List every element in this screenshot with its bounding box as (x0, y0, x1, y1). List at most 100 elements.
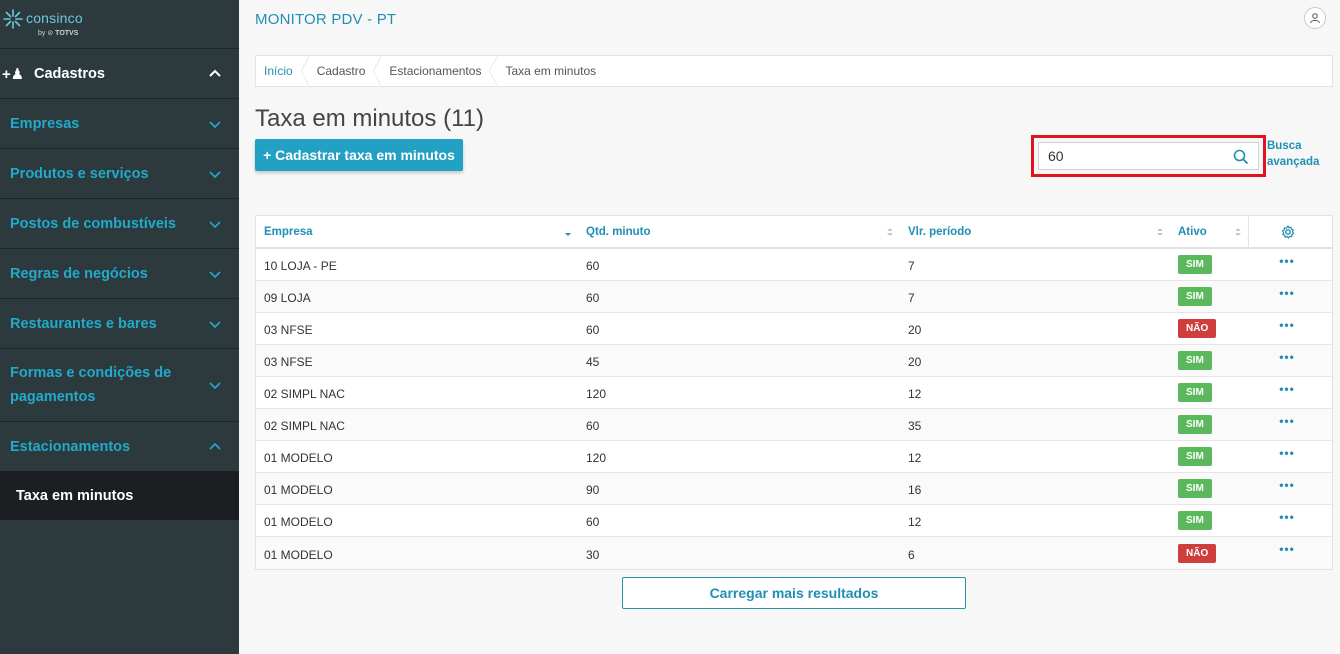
brand-logo[interactable]: consinco by ⊘ TOTVS (0, 0, 239, 48)
breadcrumb-estacionamentos[interactable]: Estacionamentos (381, 56, 498, 86)
page-title: Taxa em minutos (11) (255, 105, 484, 132)
cell-ativo: SIM (1170, 345, 1248, 376)
cell-ativo: NÃO (1170, 537, 1248, 569)
cell-vlr-periodo: 6 (908, 547, 915, 562)
sidebar-item-estacionamentos[interactable]: Estacionamentos (0, 422, 239, 471)
sidebar-item-empresas[interactable]: Empresas (0, 99, 239, 148)
search-highlight (1031, 135, 1266, 177)
cell-ativo: SIM (1170, 281, 1248, 312)
app-title: MONITOR PDV - PT (255, 11, 397, 28)
cell-empresa: 03 NFSE (264, 355, 313, 369)
cell-empresa: 01 MODELO (264, 483, 333, 497)
chevron-down-icon (209, 270, 221, 278)
row-actions-button[interactable]: ••• (1248, 350, 1326, 364)
row-actions-button[interactable]: ••• (1248, 286, 1326, 300)
column-header-vlr-periodo[interactable]: Vlr. período (900, 216, 1170, 247)
cell-ativo: SIM (1170, 473, 1248, 504)
cell-empresa: 01 MODELO (264, 515, 333, 529)
consinco-logo-icon (3, 9, 23, 29)
table-row[interactable]: 09 LOJA 60 7 SIM ••• (256, 281, 1332, 313)
cell-empresa: 09 LOJA (264, 291, 311, 305)
taxa-table: Empresa Qtd. minuto Vlr. período Ativo 1… (255, 215, 1333, 570)
row-actions-button[interactable]: ••• (1248, 510, 1326, 524)
table-row[interactable]: 02 SIMPL NAC 120 12 SIM ••• (256, 377, 1332, 409)
cell-vlr-periodo: 20 (908, 323, 922, 337)
status-badge: SIM (1178, 351, 1212, 370)
status-badge: SIM (1178, 479, 1212, 498)
row-actions-button[interactable]: ••• (1248, 382, 1326, 396)
column-settings-button[interactable] (1248, 216, 1326, 247)
table-header: Empresa Qtd. minuto Vlr. período Ativo (256, 216, 1332, 249)
sort-icon (1157, 228, 1163, 236)
cell-qtd-minuto: 120 (586, 387, 607, 401)
sidebar-item-cadastros[interactable]: +♟ Cadastros (0, 49, 239, 98)
column-header-qtd-minuto[interactable]: Qtd. minuto (578, 216, 900, 247)
load-more-button[interactable]: Carregar mais resultados (622, 577, 966, 609)
search-box (1038, 142, 1259, 170)
row-actions-button[interactable]: ••• (1248, 254, 1326, 268)
table-row[interactable]: 01 MODELO 30 6 NÃO ••• (256, 537, 1332, 569)
table-row[interactable]: 01 MODELO 90 16 SIM ••• (256, 473, 1332, 505)
cell-vlr-periodo: 35 (908, 419, 922, 433)
row-actions-button[interactable]: ••• (1248, 446, 1326, 460)
sidebar-subitem-taxa-minutos[interactable]: Taxa em minutos (0, 471, 239, 520)
sidebar-item-regras[interactable]: Regras de negócios (0, 249, 239, 298)
column-header-empresa[interactable]: Empresa (256, 216, 578, 247)
table-row[interactable]: 01 MODELO 120 12 SIM ••• (256, 441, 1332, 473)
sidebar-item-postos[interactable]: Postos de combustíveis (0, 199, 239, 248)
add-user-icon: +♟ (2, 65, 25, 83)
status-badge: SIM (1178, 415, 1212, 434)
status-badge: SIM (1178, 383, 1212, 402)
top-bar: MONITOR PDV - PT (239, 0, 1340, 40)
cell-vlr-periodo: 7 (908, 291, 915, 305)
breadcrumb: Início Cadastro Estacionamentos Taxa em … (255, 55, 1333, 87)
cell-qtd-minuto: 60 (586, 259, 600, 273)
search-icon[interactable] (1233, 149, 1249, 165)
sidebar-item-formas-pagamento[interactable]: Formas e condições de pagamentos (0, 349, 239, 421)
add-taxa-button[interactable]: + Cadastrar taxa em minutos (255, 139, 463, 171)
advanced-search-link[interactable]: Busca avançada (1267, 138, 1337, 170)
cell-empresa: 03 NFSE (264, 323, 313, 337)
row-actions-button[interactable]: ••• (1248, 414, 1326, 428)
sort-desc-icon (565, 233, 571, 236)
sort-icon (887, 228, 893, 236)
sort-icon (1235, 228, 1241, 236)
cell-empresa: 10 LOJA - PE (264, 259, 337, 273)
cell-vlr-periodo: 7 (908, 259, 915, 273)
cell-ativo: SIM (1170, 249, 1248, 280)
cell-empresa: 01 MODELO (264, 547, 333, 562)
status-badge: SIM (1178, 447, 1212, 466)
cell-ativo: SIM (1170, 409, 1248, 440)
table-row[interactable]: 02 SIMPL NAC 60 35 SIM ••• (256, 409, 1332, 441)
breadcrumb-inicio[interactable]: Início (256, 56, 309, 86)
chevron-down-icon (209, 220, 221, 228)
row-actions-button[interactable]: ••• (1248, 542, 1326, 556)
gear-icon (1281, 224, 1294, 239)
status-badge: SIM (1178, 287, 1212, 306)
row-actions-button[interactable]: ••• (1248, 318, 1326, 332)
table-row[interactable]: 03 NFSE 60 20 NÃO ••• (256, 313, 1332, 345)
column-header-ativo[interactable]: Ativo (1170, 216, 1248, 247)
table-row[interactable]: 10 LOJA - PE 60 7 SIM ••• (256, 249, 1332, 281)
cell-vlr-periodo: 12 (908, 515, 922, 529)
chevron-up-icon (209, 442, 221, 450)
cell-qtd-minuto: 30 (586, 547, 600, 562)
cell-vlr-periodo: 12 (908, 451, 922, 465)
status-badge: SIM (1178, 511, 1212, 530)
cell-qtd-minuto: 45 (586, 355, 600, 369)
sidebar-item-produtos[interactable]: Produtos e serviços (0, 149, 239, 198)
row-actions-button[interactable]: ••• (1248, 478, 1326, 492)
sidebar-item-restaurantes[interactable]: Restaurantes e bares (0, 299, 239, 348)
breadcrumb-cadastro[interactable]: Cadastro (309, 56, 382, 86)
chevron-up-icon (209, 69, 221, 77)
table-row[interactable]: 01 MODELO 60 12 SIM ••• (256, 505, 1332, 537)
chevron-down-icon (209, 170, 221, 178)
table-row[interactable]: 03 NFSE 45 20 SIM ••• (256, 345, 1332, 377)
sidebar: consinco by ⊘ TOTVS +♟ Cadastros Empresa… (0, 0, 239, 654)
cell-qtd-minuto: 60 (586, 419, 600, 433)
cell-ativo: SIM (1170, 441, 1248, 472)
cell-qtd-minuto: 90 (586, 483, 600, 497)
cell-ativo: SIM (1170, 505, 1248, 536)
search-input[interactable] (1039, 143, 1229, 169)
user-menu-button[interactable] (1304, 7, 1326, 29)
